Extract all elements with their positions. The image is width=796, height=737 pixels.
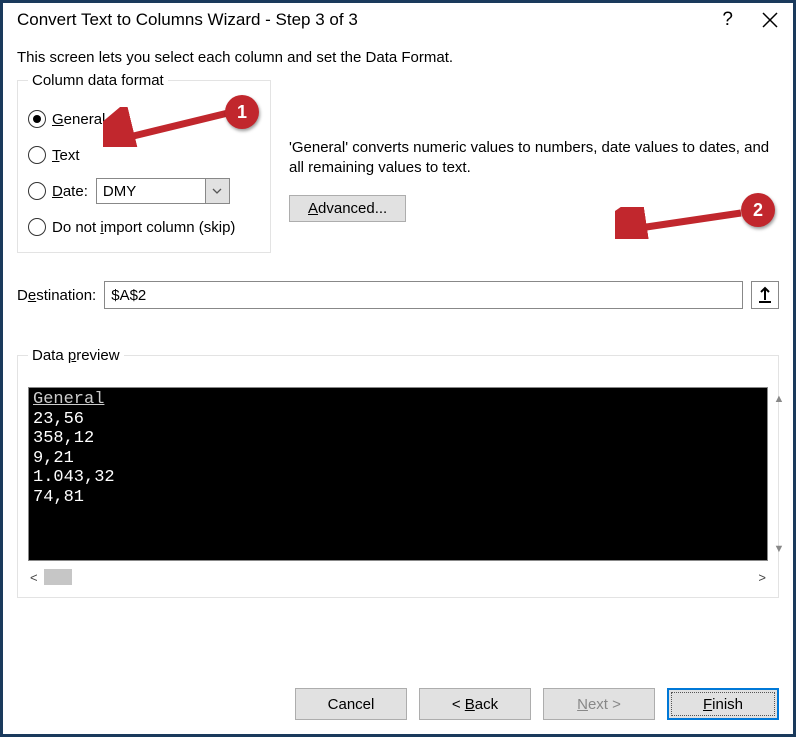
scroll-down-icon[interactable]: ▼ (770, 537, 788, 561)
preview-row: 9,21 (33, 449, 763, 469)
preview-row: 1.043,32 (33, 468, 763, 488)
radio-icon (28, 182, 46, 200)
range-picker-button[interactable] (751, 281, 779, 309)
scroll-left-icon[interactable]: < (28, 570, 40, 585)
radio-label: Date: (52, 183, 88, 200)
advanced-button[interactable]: Advanced... (289, 195, 406, 222)
radio-date[interactable]: Date: DMY (28, 176, 260, 206)
instruction-text: This screen lets you select each column … (17, 49, 779, 66)
vertical-scrollbar[interactable]: ▲ ▼ (770, 387, 788, 561)
scroll-track[interactable] (44, 569, 753, 585)
annotation-badge-1: 1 (225, 95, 259, 129)
destination-input[interactable] (104, 281, 743, 309)
radio-skip[interactable]: Do not import column (skip) (28, 212, 260, 242)
dropdown-button[interactable] (205, 179, 229, 203)
annotation-badge-2: 2 (741, 193, 775, 227)
date-format-value: DMY (97, 179, 205, 203)
preview-frame: General 23,56 358,12 9,21 1.043,32 74,81… (28, 387, 768, 561)
format-info-text: 'General' converts numeric values to num… (289, 138, 779, 179)
finish-button[interactable]: Finish (667, 688, 779, 720)
help-button[interactable]: ? (722, 9, 733, 31)
preview-legend: Data preview (28, 347, 124, 364)
radio-icon (28, 146, 46, 164)
horizontal-scrollbar[interactable]: < > (28, 567, 768, 587)
scroll-right-icon[interactable]: > (756, 570, 768, 585)
preview-row: 358,12 (33, 429, 763, 449)
preview-box[interactable]: General 23,56 358,12 9,21 1.043,32 74,81 (28, 387, 768, 561)
radio-label: General (52, 111, 105, 128)
next-button: Next > (543, 688, 655, 720)
advanced-row: Advanced... (289, 195, 779, 222)
collapse-dialog-icon (757, 286, 773, 304)
cancel-button[interactable]: Cancel (295, 688, 407, 720)
titlebar: Convert Text to Columns Wizard - Step 3 … (3, 3, 793, 41)
data-preview-group: Data preview General 23,56 358,12 9,21 1… (17, 355, 779, 598)
scroll-up-icon[interactable]: ▲ (770, 387, 788, 411)
format-info: 'General' converts numeric values to num… (289, 80, 779, 222)
preview-row: 23,56 (33, 410, 763, 430)
radio-label: Text (52, 147, 80, 164)
radio-icon (28, 218, 46, 236)
radio-text[interactable]: Text (28, 140, 260, 170)
button-row: Cancel < Back Next > Finish (295, 688, 779, 720)
radio-icon (28, 110, 46, 128)
destination-label: DEstination: (17, 287, 96, 304)
back-button[interactable]: < Back (419, 688, 531, 720)
window-title: Convert Text to Columns Wizard - Step 3 … (17, 10, 358, 30)
preview-column-header: General (33, 390, 763, 410)
radio-label: Do not import column (skip) (52, 219, 235, 236)
scroll-thumb[interactable] (44, 569, 72, 585)
window-controls: ? (722, 9, 779, 31)
close-button[interactable] (761, 11, 779, 29)
chevron-down-icon (212, 188, 222, 194)
close-icon (761, 11, 779, 29)
format-area: Column data format General Text Date: DM… (17, 80, 779, 253)
format-legend: Column data format (28, 72, 168, 89)
destination-row: DEstination: (17, 281, 779, 309)
preview-row: 74,81 (33, 488, 763, 508)
wizard-dialog: Convert Text to Columns Wizard - Step 3 … (0, 0, 796, 737)
date-format-select[interactable]: DMY (96, 178, 230, 204)
dialog-content: This screen lets you select each column … (3, 41, 793, 598)
